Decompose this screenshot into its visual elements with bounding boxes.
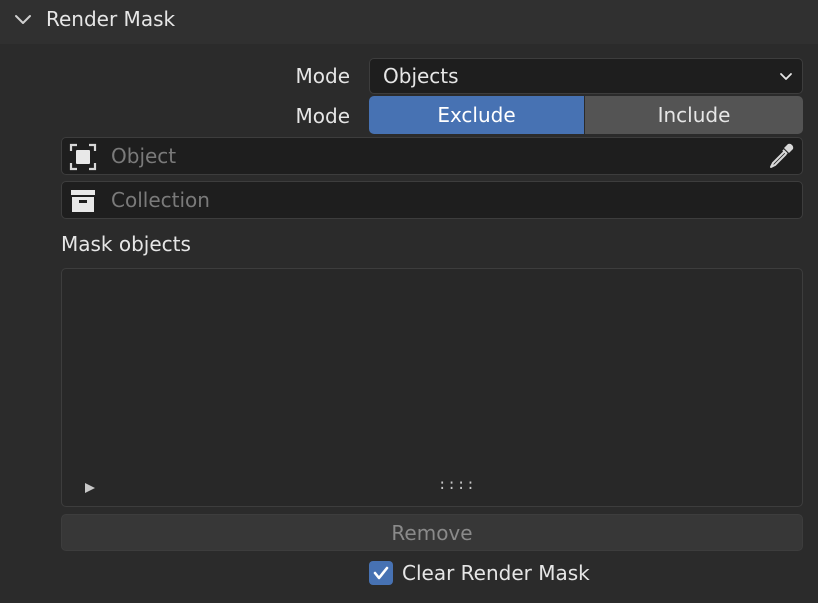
mode-label: Mode — [295, 64, 351, 88]
chevron-down-icon[interactable] — [12, 9, 34, 31]
mask-objects-label: Mask objects — [61, 232, 191, 256]
clear-render-mask-row[interactable]: Clear Render Mask — [369, 560, 590, 586]
clear-render-mask-checkbox[interactable] — [369, 561, 393, 585]
checkmark-icon — [373, 566, 389, 580]
object-field[interactable]: Object — [61, 137, 803, 175]
eyedropper-icon[interactable] — [766, 141, 796, 171]
chevron-down-icon — [780, 73, 792, 80]
resize-grip[interactable]: :::: — [438, 477, 476, 493]
remove-button[interactable]: Remove — [61, 514, 803, 551]
expand-triangle-icon[interactable] — [83, 481, 97, 495]
collection-field-placeholder: Collection — [111, 188, 210, 212]
exclude-toggle[interactable]: Exclude — [369, 96, 584, 134]
clear-render-mask-label: Clear Render Mask — [402, 561, 590, 585]
mask-objects-list[interactable]: :::: — [61, 268, 803, 507]
mode-label-2: Mode — [295, 104, 351, 128]
object-field-placeholder: Object — [111, 144, 177, 168]
panel-header[interactable]: Render Mask — [0, 0, 818, 40]
mode-dropdown-value: Objects — [383, 64, 459, 88]
mode-dropdown[interactable]: Objects — [369, 58, 803, 94]
collection-icon — [71, 190, 95, 212]
include-toggle[interactable]: Include — [585, 96, 803, 134]
object-icon — [69, 143, 97, 171]
collection-field[interactable]: Collection — [61, 181, 803, 219]
panel-title: Render Mask — [46, 7, 176, 31]
